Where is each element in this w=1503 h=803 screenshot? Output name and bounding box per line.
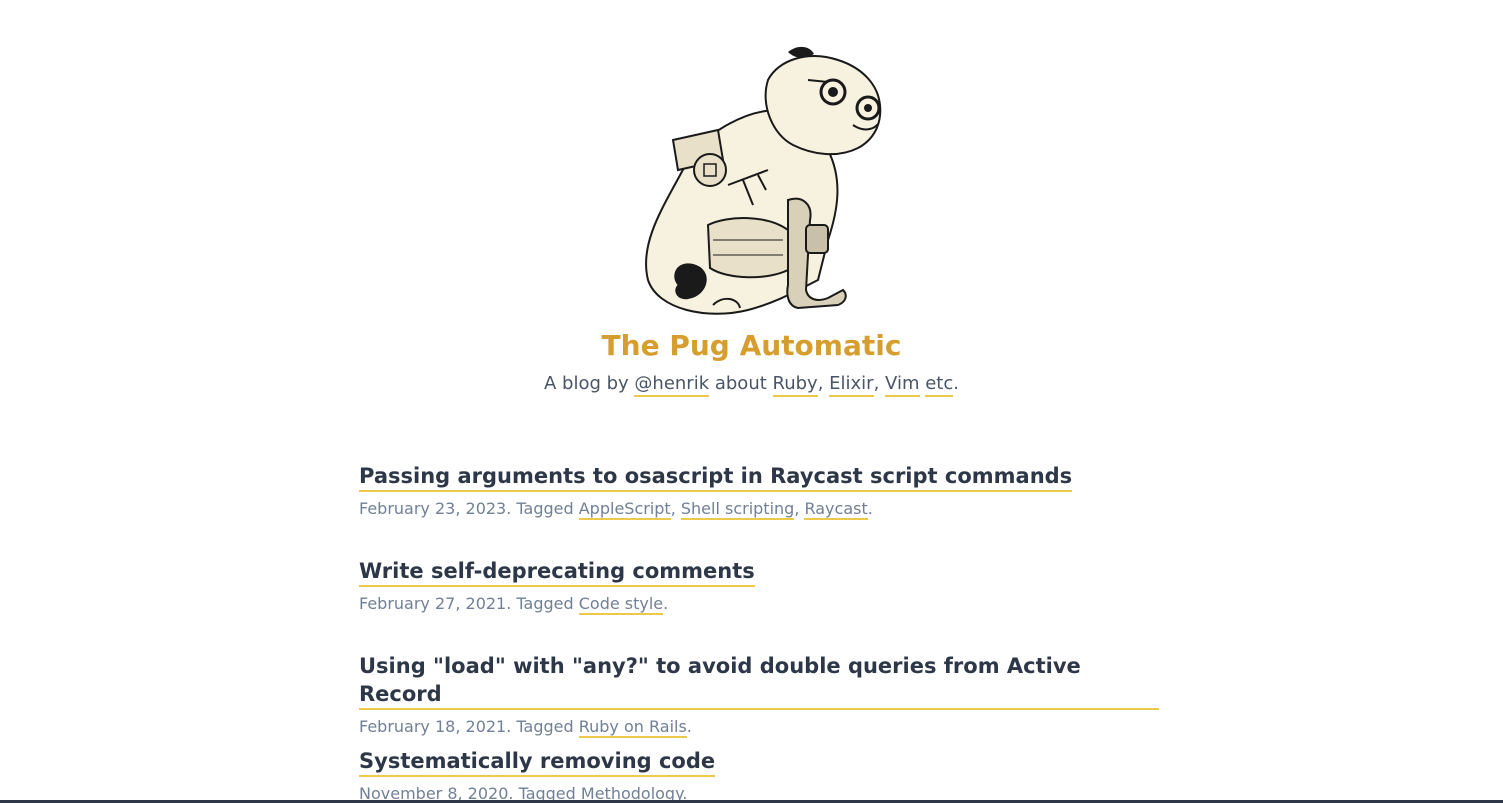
post-date: February 23, 2023	[359, 499, 507, 518]
post-item: Write self-deprecating comments February…	[359, 553, 1159, 648]
meta-end: .	[663, 594, 669, 613]
post-title-link[interactable]: Systematically removing code	[359, 747, 716, 777]
tag-link[interactable]: AppleScript	[578, 499, 671, 520]
post-date: February 27, 2021	[359, 594, 507, 613]
tag-separator: ,	[794, 499, 805, 518]
tag-link[interactable]: Raycast	[804, 499, 868, 520]
tag-link[interactable]: Shell scripting	[680, 499, 795, 520]
post-tagged-label: . Tagged	[506, 594, 579, 613]
meta-end: .	[867, 499, 873, 518]
post-meta: February 27, 2021. Tagged Code style.	[359, 593, 1159, 615]
pug-logo-icon[interactable]	[628, 40, 892, 322]
post-meta: February 23, 2023. Tagged AppleScript, S…	[359, 498, 1159, 520]
site-tagline: A blog by @henrik about Ruby, Elixir, Vi…	[0, 370, 1503, 398]
tagline-mid: about	[709, 373, 773, 394]
tagline-sep: ,	[817, 373, 830, 394]
author-link[interactable]: @henrik	[634, 373, 710, 397]
meta-end: .	[686, 717, 692, 736]
post-item: Systematically removing code November 8,…	[359, 743, 1159, 803]
topic-link-elixir[interactable]: Elixir	[829, 373, 874, 397]
topic-link-ruby[interactable]: Ruby	[772, 373, 818, 397]
tagline-sep: ,	[873, 373, 886, 394]
tagline-end: .	[953, 373, 959, 394]
post-tagged-label: . Tagged	[506, 499, 579, 518]
tag-link[interactable]: Code style	[578, 594, 664, 615]
tag-link[interactable]: Ruby on Rails	[578, 717, 687, 738]
topic-link-vim[interactable]: Vim	[885, 373, 920, 397]
post-tagged-label: . Tagged	[506, 717, 579, 736]
tagline-prefix: A blog by	[543, 373, 635, 394]
post-list: Passing arguments to osascript in Raycas…	[359, 458, 1159, 803]
post-item: Passing arguments to osascript in Raycas…	[359, 458, 1159, 553]
post-meta: February 18, 2021. Tagged Ruby on Rails.	[359, 716, 1159, 738]
topic-link-etc[interactable]: etc	[925, 373, 954, 397]
post-title-link[interactable]: Passing arguments to osascript in Raycas…	[359, 462, 1073, 492]
tag-separator: ,	[670, 499, 681, 518]
site-title[interactable]: The Pug Automatic	[0, 326, 1503, 366]
post-item: Using "load" with "any?" to avoid double…	[359, 648, 1159, 743]
post-date: February 18, 2021	[359, 717, 507, 736]
post-title-link[interactable]: Using "load" with "any?" to avoid double…	[359, 652, 1159, 710]
post-title-link[interactable]: Write self-deprecating comments	[359, 557, 755, 587]
